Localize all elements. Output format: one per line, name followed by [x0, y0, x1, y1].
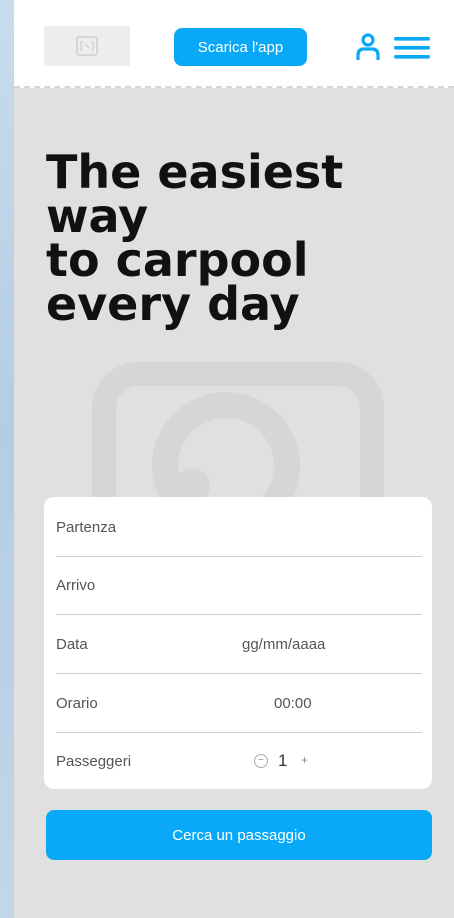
hero-title: The easiest way to carpool every day	[46, 145, 426, 331]
ride-search-form: Partenza Arrivo Data gg/mm/aaaa Orario 0…	[44, 497, 432, 789]
time-placeholder: 00:00	[274, 695, 312, 712]
date-placeholder: gg/mm/aaaa	[242, 636, 326, 653]
hero-title-line: to carpool	[46, 233, 309, 287]
decrement-passengers-button[interactable]: −	[254, 754, 268, 768]
passengers-stepper: − 1 +	[254, 751, 311, 771]
passengers-label: Passeggeri	[56, 752, 132, 770]
logo[interactable]	[44, 26, 130, 66]
date-field[interactable]: Data gg/mm/aaaa	[56, 616, 422, 674]
departure-field[interactable]: Partenza	[56, 499, 422, 557]
top-navigation-bar: Scarica l'app	[14, 0, 454, 88]
arrival-field[interactable]: Arrivo	[56, 557, 422, 615]
arrival-label: Arrivo	[56, 577, 96, 594]
time-field[interactable]: Orario 00:00	[56, 675, 422, 733]
date-label: Data	[56, 636, 88, 653]
departure-label: Partenza	[56, 519, 117, 536]
hero-title-line: every day	[46, 277, 300, 331]
hamburger-menu-icon[interactable]	[394, 37, 430, 59]
increment-passengers-button[interactable]: +	[297, 754, 311, 768]
hero-title-line: The easiest	[46, 145, 344, 199]
download-app-button[interactable]: Scarica l'app	[174, 28, 307, 66]
passengers-count: 1	[278, 751, 288, 770]
hero-title-line: way	[46, 189, 149, 243]
logo-icon	[76, 36, 98, 56]
user-icon[interactable]	[356, 33, 380, 61]
search-ride-button[interactable]: Cerca un passaggio	[46, 810, 432, 860]
passengers-field: Passeggeri − 1 +	[56, 734, 422, 788]
app-frame: Scarica l'app The easiest way to carpool…	[14, 0, 454, 918]
time-label: Orario	[56, 695, 98, 712]
